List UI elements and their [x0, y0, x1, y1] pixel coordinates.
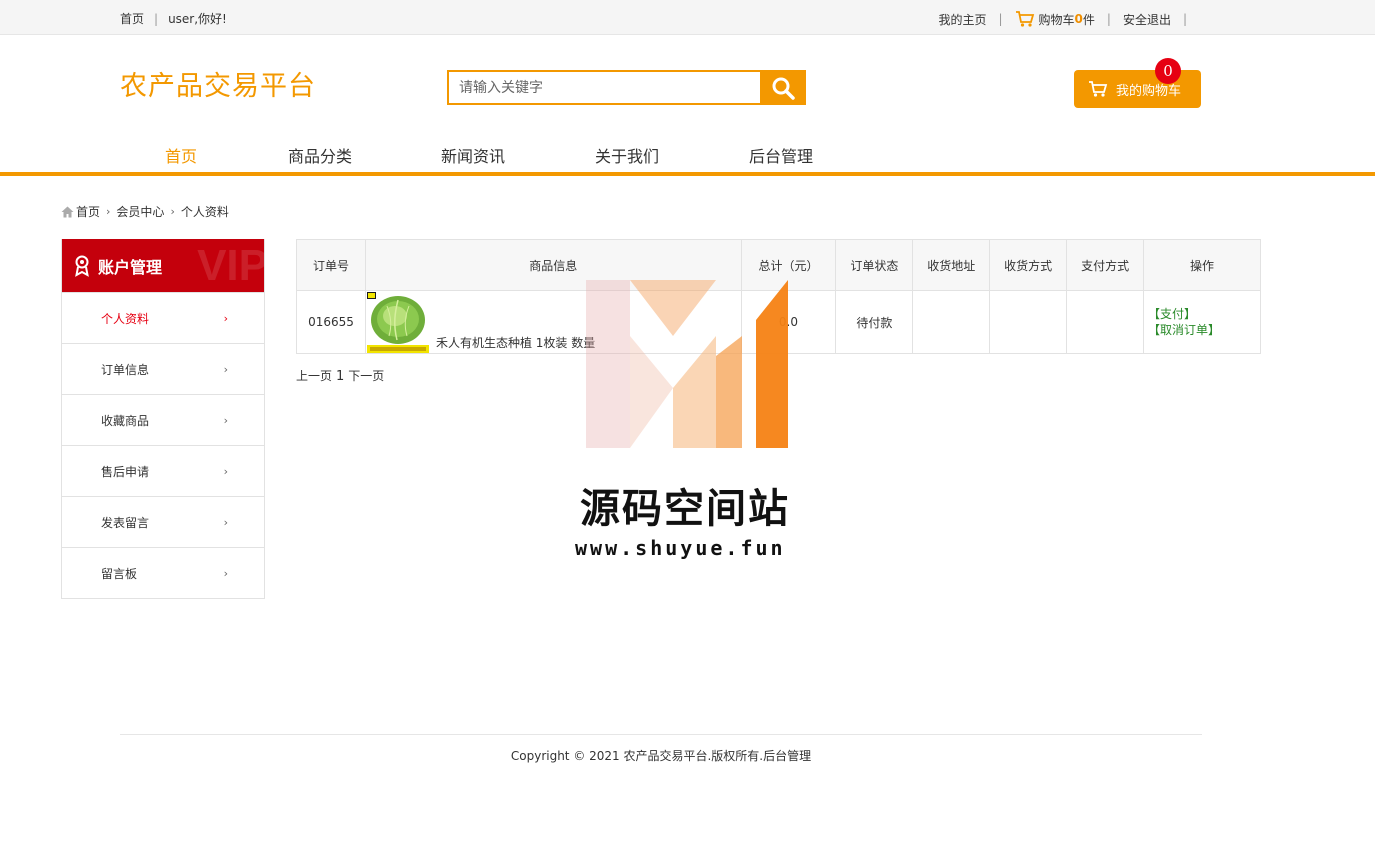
current-page: 1	[336, 369, 345, 384]
search-input[interactable]	[447, 70, 760, 105]
goods-info: 禾人有机生态种植 1枚装 数量	[364, 290, 742, 354]
column-header: 收货方式	[989, 239, 1068, 291]
product-thumbnail[interactable]	[366, 292, 429, 353]
nav-item-news[interactable]: 新闻资讯	[441, 143, 505, 167]
nav-item-admin[interactable]: 后台管理	[749, 143, 813, 167]
logout-link[interactable]: 安全退出	[1123, 11, 1171, 28]
column-header: 收货地址	[912, 239, 991, 291]
chevron-right-icon: ›	[170, 205, 175, 218]
next-page-link[interactable]: 下一页	[348, 369, 384, 383]
nav-item-home[interactable]: 首页	[165, 143, 197, 167]
column-header: 支付方式	[1066, 239, 1145, 291]
sidebar-item-label: 留言板	[101, 566, 138, 581]
top-bar-left: 首页 | user,你好!	[120, 10, 227, 27]
top-home-link[interactable]: 首页	[120, 12, 144, 26]
award-icon	[75, 255, 89, 277]
main-nav: 首页 商品分类 新闻资讯 关于我们 后台管理	[0, 130, 1375, 176]
chevron-right-icon: ›	[223, 311, 228, 325]
cart-count-badge: 0	[1155, 58, 1181, 84]
order-total: 0.0	[740, 290, 837, 354]
order-actions: 【支付】 【取消订单】	[1143, 290, 1261, 354]
footer-divider	[120, 734, 1202, 735]
separator: |	[154, 12, 159, 26]
cart-count: 0	[1074, 12, 1083, 26]
top-cart-link[interactable]: 购物车 0 件	[1015, 10, 1095, 28]
watermark-title: 源码空间站	[580, 486, 790, 532]
chevron-right-icon: ›	[223, 566, 228, 580]
top-bar: 首页 | user,你好! 我的主页 | 购物车 0 件 | 安全退出 |	[0, 0, 1375, 35]
pagination: 上一页 1 下一页	[296, 367, 388, 384]
order-number: 016655	[296, 290, 366, 354]
sidebar-item-post-message[interactable]: 发表留言 ›	[62, 496, 264, 547]
search-button[interactable]	[760, 70, 806, 105]
sidebar-item-label: 发表留言	[101, 515, 150, 530]
footer-copyright: Copyright © 2021 农产品交易平台.版权所有.后台管理	[510, 749, 812, 763]
sidebar-item-label: 个人资料	[101, 311, 150, 326]
home-icon	[61, 206, 74, 217]
search-icon	[772, 77, 795, 100]
cabbage-image	[366, 292, 429, 353]
cart-prefix: 购物车	[1038, 12, 1075, 27]
chevron-right-icon: ›	[223, 362, 228, 376]
user-greeting: user,你好!	[168, 12, 227, 26]
column-header: 订单状态	[835, 239, 914, 291]
breadcrumb-home[interactable]: 首页	[76, 203, 100, 220]
table-header-row: 订单号 商品信息 总计（元） 订单状态 收货地址 收货方式 支付方式 操作	[296, 239, 1261, 291]
order-payment	[1066, 290, 1145, 354]
cancel-order-button[interactable]: 【取消订单】	[1148, 322, 1260, 338]
sidebar-item-label: 收藏商品	[101, 413, 150, 428]
goods-name[interactable]: 禾人有机生态种植 1枚装 数量	[436, 334, 595, 351]
sidebar-item-profile[interactable]: 个人资料 ›	[62, 292, 264, 343]
order-delivery	[989, 290, 1068, 354]
prev-page-link[interactable]: 上一页	[296, 369, 332, 383]
nav-item-categories[interactable]: 商品分类	[288, 143, 352, 167]
pay-button[interactable]: 【支付】	[1148, 306, 1260, 322]
top-bar-right: 我的主页 | 购物车 0 件 | 安全退出 |	[938, 10, 1199, 28]
column-header: 总计（元）	[740, 239, 837, 291]
sidebar-item-after-sales[interactable]: 售后申请 ›	[62, 445, 264, 496]
search-bar	[447, 70, 806, 105]
sidebar-item-label: 售后申请	[101, 464, 150, 479]
cart-suffix: 件	[1082, 12, 1095, 27]
sidebar-header: VIP 账户管理	[62, 239, 264, 292]
column-header: 操作	[1143, 239, 1261, 291]
cart-icon	[1015, 11, 1034, 27]
column-header: 订单号	[296, 239, 366, 291]
separator: |	[1182, 12, 1187, 26]
watermark-url: www.shuyue.fun	[575, 536, 786, 560]
chevron-right-icon: ›	[223, 464, 228, 478]
breadcrumb: 首页 › 会员中心 › 个人资料	[61, 203, 229, 220]
order-status: 待付款	[835, 290, 914, 354]
order-address	[912, 290, 991, 354]
orders-table: 订单号 商品信息 总计（元） 订单状态 收货地址 收货方式 支付方式 操作 01…	[296, 239, 1261, 354]
column-header: 商品信息	[364, 239, 742, 291]
cart-icon	[1089, 81, 1108, 97]
separator: |	[1106, 12, 1111, 26]
nav-item-about[interactable]: 关于我们	[595, 143, 659, 167]
breadcrumb-current: 个人资料	[180, 205, 229, 219]
sidebar-item-favorites[interactable]: 收藏商品 ›	[62, 394, 264, 445]
sidebar-item-orders[interactable]: 订单信息 ›	[62, 343, 264, 394]
my-home-link[interactable]: 我的主页	[938, 11, 986, 28]
breadcrumb-member[interactable]: 会员中心	[116, 203, 164, 220]
table-row: 016655 禾人有机生态种植 1枚装 数量 0.0 待付款 【支付】 【取消订…	[296, 290, 1261, 354]
my-cart-button[interactable]: 我的购物车	[1074, 70, 1201, 108]
sidebar-title: 账户管理	[98, 257, 163, 277]
site-logo[interactable]: 农产品交易平台	[120, 64, 316, 103]
sidebar-bg-text: VIP	[197, 241, 264, 290]
sidebar-item-message-board[interactable]: 留言板 ›	[62, 547, 264, 598]
account-sidebar: VIP 账户管理 个人资料 › 订单信息 › 收藏商品 › 售后申请 › 发表留…	[61, 239, 265, 599]
chevron-right-icon: ›	[223, 413, 228, 427]
chevron-right-icon: ›	[106, 205, 111, 218]
sidebar-item-label: 订单信息	[101, 362, 150, 377]
separator: |	[998, 12, 1003, 26]
chevron-right-icon: ›	[223, 515, 228, 529]
